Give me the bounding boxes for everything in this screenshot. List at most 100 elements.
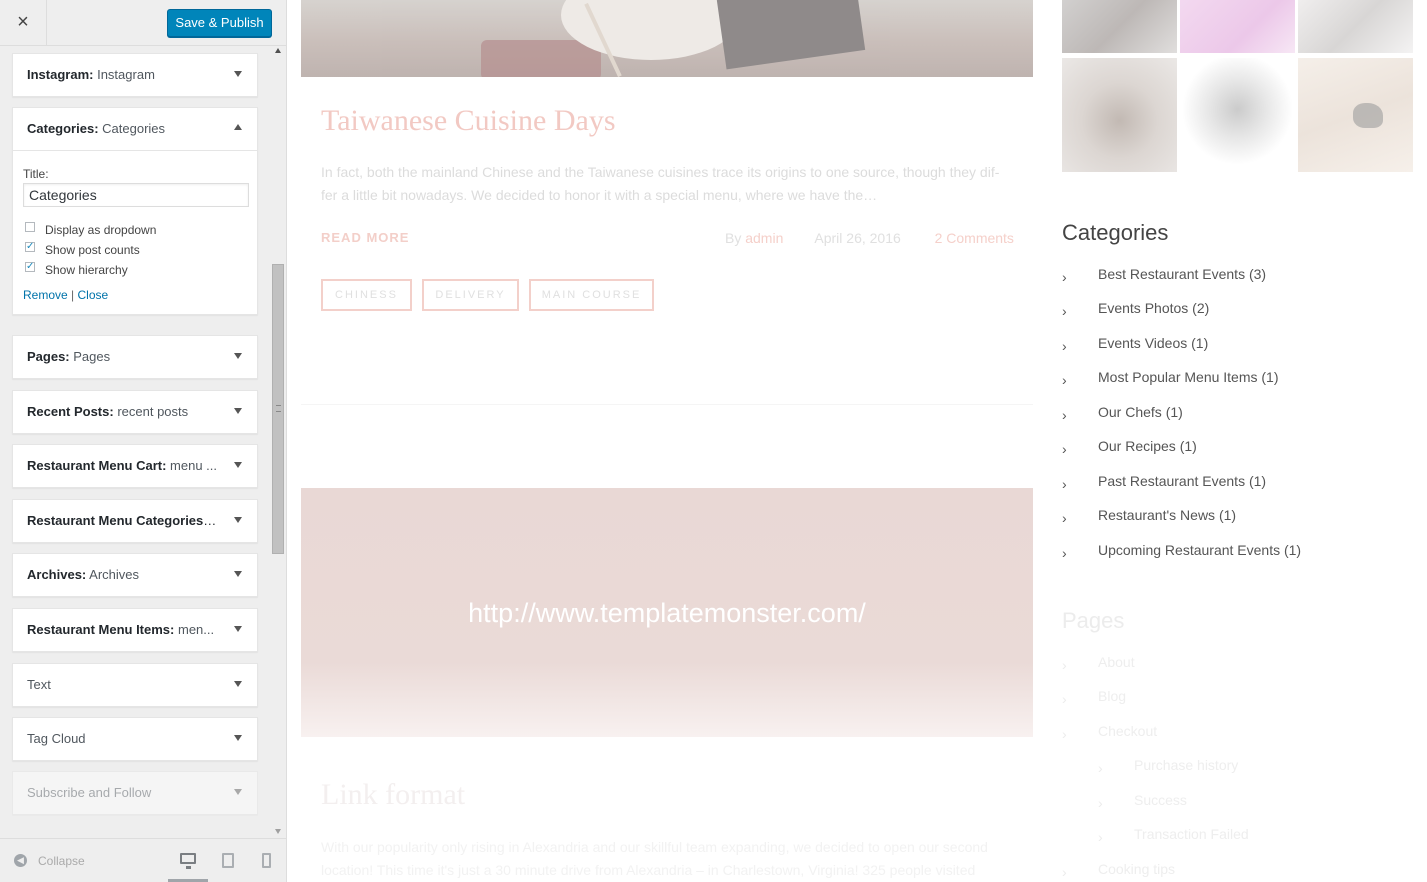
expand-arrow-icon[interactable] <box>234 735 242 741</box>
category-label[interactable]: Best Restaurant Events (3) <box>1098 266 1266 282</box>
remove-link[interactable]: Remove <box>23 288 68 302</box>
page-label[interactable]: Blog <box>1098 688 1126 704</box>
close-customizer-button[interactable]: × <box>0 0 47 45</box>
category-label[interactable]: Most Popular Menu Items (1) <box>1098 369 1279 385</box>
widget-header[interactable]: Restaurant Menu Categories: ... <box>13 500 257 542</box>
checkbox[interactable] <box>25 222 35 232</box>
expand-arrow-icon[interactable] <box>234 517 242 523</box>
read-more-link[interactable]: READ MORE <box>321 230 409 245</box>
category-label[interactable]: Upcoming Restaurant Events (1) <box>1098 542 1301 558</box>
widget-restaurant-menu-categories[interactable]: Restaurant Menu Categories: ... <box>12 499 258 543</box>
category-label[interactable]: Our Recipes (1) <box>1098 438 1197 454</box>
widget-header[interactable]: Categories: Categories <box>13 108 257 150</box>
expand-arrow-icon[interactable] <box>234 681 242 687</box>
widget-subscribe-follow[interactable]: Subscribe and Follow <box>12 771 258 815</box>
scroll-up-arrow-icon[interactable] <box>275 48 281 53</box>
widget-pages[interactable]: Pages: Pages <box>12 335 258 379</box>
widget-name: Instagram: <box>27 67 94 82</box>
collapse-arrow-icon[interactable] <box>234 124 242 130</box>
widget-title: Recent Posts: recent posts <box>27 404 217 420</box>
expand-arrow-icon[interactable] <box>234 789 242 795</box>
tag-delivery[interactable]: DELIVERY <box>422 279 519 311</box>
desktop-icon[interactable] <box>180 853 196 869</box>
widget-categories[interactable]: Categories: Categories Title: Display as… <box>12 107 258 315</box>
comments-link[interactable]: 2 Comments <box>935 230 1014 246</box>
option-label: Show hierarchy <box>45 263 128 277</box>
widget-header[interactable]: Archives: Archives <box>13 554 257 596</box>
post-title[interactable]: Link format <box>321 778 465 812</box>
author-link[interactable]: admin <box>745 230 783 246</box>
site-preview: Taiwanese Cuisine Days In fact, both the… <box>287 0 1427 882</box>
widget-tag-cloud[interactable]: Tag Cloud <box>12 717 258 761</box>
left-arrow-circle-icon[interactable]: ◀ <box>14 854 27 867</box>
expand-arrow-icon[interactable] <box>234 626 242 632</box>
option-show-post-counts[interactable]: ✓ Show post counts <box>23 240 247 260</box>
option-display-dropdown[interactable]: Display as dropdown <box>23 220 247 240</box>
page-label[interactable]: Purchase history <box>1134 757 1238 773</box>
title-input[interactable] <box>23 183 249 207</box>
save-publish-button[interactable]: Save & Publish <box>167 9 272 37</box>
post-featured-image[interactable] <box>301 0 1033 77</box>
expand-arrow-icon[interactable] <box>234 353 242 359</box>
widget-header[interactable]: Subscribe and Follow <box>13 772 257 814</box>
post-date: April 26, 2016 <box>814 230 901 246</box>
widget-restaurant-menu-cart[interactable]: Restaurant Menu Cart: menu ... <box>12 444 258 488</box>
widget-header[interactable]: Text <box>13 664 257 706</box>
expand-arrow-icon[interactable] <box>234 408 242 414</box>
widget-restaurant-menu-items[interactable]: Restaurant Menu Items: men... <box>12 608 258 652</box>
widget-instance: Categories <box>102 121 166 136</box>
chevron-right-icon: › <box>1062 372 1067 388</box>
widget-header[interactable]: Tag Cloud <box>13 718 257 760</box>
category-label[interactable]: Events Videos (1) <box>1098 335 1208 351</box>
option-show-hierarchy[interactable]: ✓ Show hierarchy <box>23 260 247 280</box>
widget-header[interactable]: Pages: Pages <box>13 336 257 378</box>
tablet-icon[interactable] <box>222 853 234 868</box>
widget-name: Archives: <box>27 567 87 582</box>
scroll-down-arrow-icon[interactable] <box>275 829 281 834</box>
widget-header[interactable]: Instagram: Instagram <box>13 54 257 96</box>
instagram-photo[interactable] <box>1062 58 1177 172</box>
expand-arrow-icon[interactable] <box>234 71 242 77</box>
widget-header[interactable]: Restaurant Menu Items: men... <box>13 609 257 651</box>
collapse-button[interactable]: Collapse <box>38 854 85 868</box>
customizer-header: × Save & Publish <box>0 0 286 46</box>
instagram-photo[interactable] <box>1180 58 1295 172</box>
widget-header[interactable]: Restaurant Menu Cart: menu ... <box>13 445 257 487</box>
expand-arrow-icon[interactable] <box>234 462 242 468</box>
widget-instance: men... <box>178 622 215 637</box>
instagram-photo[interactable] <box>1298 0 1413 53</box>
widget-archives[interactable]: Archives: Archives <box>12 553 258 597</box>
mobile-icon[interactable] <box>262 853 271 868</box>
chevron-right-icon: › <box>1062 476 1067 492</box>
widget-header[interactable]: Recent Posts: recent posts <box>13 391 257 433</box>
widget-recent-posts[interactable]: Recent Posts: recent posts <box>12 390 258 434</box>
page-label[interactable]: Checkout <box>1098 723 1157 739</box>
instagram-photo[interactable] <box>1298 58 1413 172</box>
widget-instagram[interactable]: Instagram: Instagram <box>12 53 258 97</box>
scrollbar-thumb[interactable] <box>272 264 284 554</box>
instagram-photo[interactable] <box>1180 0 1295 53</box>
chevron-right-icon: › <box>1062 864 1067 880</box>
widget-text[interactable]: Text <box>12 663 258 707</box>
checkbox-checked[interactable]: ✓ <box>25 242 35 252</box>
customizer-scrollbar[interactable] <box>271 46 286 838</box>
expand-arrow-icon[interactable] <box>234 571 242 577</box>
page-label[interactable]: Transaction Failed <box>1134 826 1249 842</box>
category-label[interactable]: Restaurant's News (1) <box>1098 507 1236 523</box>
post-title[interactable]: Taiwanese Cuisine Days <box>321 104 616 138</box>
category-label[interactable]: Our Chefs (1) <box>1098 404 1183 420</box>
page-label[interactable]: Cooking tips <box>1098 861 1175 877</box>
link-format-box[interactable]: http://www.templatemonster.com/ <box>301 488 1033 737</box>
tag-main-course[interactable]: MAIN COURSE <box>529 279 654 311</box>
close-link[interactable]: Close <box>78 288 109 302</box>
page-label[interactable]: Success <box>1134 792 1187 808</box>
category-label[interactable]: Events Photos (2) <box>1098 300 1209 316</box>
image-detail <box>716 0 866 70</box>
checkbox-checked[interactable]: ✓ <box>25 262 35 272</box>
category-label[interactable]: Past Restaurant Events (1) <box>1098 473 1266 489</box>
link-url[interactable]: http://www.templatemonster.com/ <box>301 598 1033 629</box>
widget-name: Recent Posts: <box>27 404 114 419</box>
page-label[interactable]: About <box>1098 654 1135 670</box>
instagram-photo[interactable] <box>1062 0 1177 53</box>
tag-chiness[interactable]: CHINESS <box>321 279 412 311</box>
